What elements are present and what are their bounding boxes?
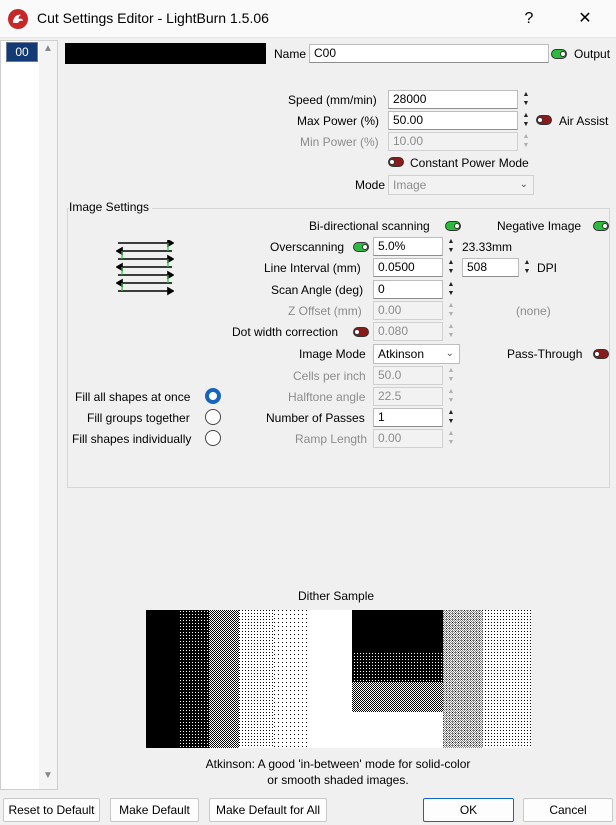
image-mode-select[interactable]: Atkinson ⌄ bbox=[373, 344, 460, 364]
make-default-all-button[interactable]: Make Default for All bbox=[209, 798, 327, 822]
min-power-spinner: ▲ ▼ bbox=[522, 133, 530, 149]
cells-per-inch-label: Cells per inch bbox=[293, 369, 366, 383]
image-mode-value: Atkinson bbox=[378, 347, 425, 361]
scan-angle-spinner[interactable]: ▲ ▼ bbox=[444, 280, 458, 299]
name-label: Name bbox=[274, 47, 307, 61]
speed-label: Speed (mm/min) bbox=[288, 93, 377, 107]
window-title: Cut Settings Editor - LightBurn 1.5.06 bbox=[37, 10, 269, 26]
cancel-button[interactable]: Cancel bbox=[523, 798, 613, 822]
speed-input[interactable]: 28000 bbox=[388, 90, 518, 109]
overscanning-toggle[interactable] bbox=[353, 242, 369, 252]
passes-label: Number of Passes bbox=[266, 411, 365, 425]
overscanning-label: Overscanning bbox=[270, 240, 345, 254]
chevron-down-icon: ⌄ bbox=[445, 348, 454, 359]
layer-list-scrollbar[interactable] bbox=[39, 41, 57, 789]
output-toggle[interactable] bbox=[551, 49, 567, 59]
dot-width-toggle[interactable] bbox=[353, 327, 369, 337]
dot-width-label: Dot width correction bbox=[232, 325, 339, 339]
reset-to-default-button[interactable]: Reset to Default bbox=[3, 798, 100, 822]
pass-through-toggle[interactable] bbox=[593, 349, 609, 359]
dot-width-spinner: ▲ ▼ bbox=[447, 323, 455, 339]
ramp-length-input: 0.00 bbox=[373, 429, 443, 448]
dither-caption-line2: or smooth shaded images. bbox=[267, 773, 409, 787]
max-power-label: Max Power (%) bbox=[297, 114, 380, 128]
fill-all-label: Fill all shapes at once bbox=[75, 390, 191, 404]
halftone-angle-input: 22.5 bbox=[373, 387, 443, 406]
close-button[interactable]: ✕ bbox=[574, 8, 596, 30]
dpi-input[interactable]: 508 bbox=[462, 258, 519, 277]
output-label: Output bbox=[574, 47, 611, 61]
scroll-up-icon[interactable]: ▲ bbox=[42, 43, 54, 55]
line-interval-spinner[interactable]: ▲ ▼ bbox=[444, 258, 458, 277]
image-settings-title: Image Settings bbox=[69, 200, 153, 214]
fill-individually-label: Fill shapes individually bbox=[72, 432, 192, 446]
min-power-input: 10.00 bbox=[388, 132, 518, 151]
z-offset-label: Z Offset (mm) bbox=[288, 304, 362, 318]
dither-sample-image bbox=[146, 610, 531, 748]
halftone-angle-spinner: ▲ ▼ bbox=[447, 388, 455, 404]
passes-input[interactable]: 1 bbox=[373, 408, 443, 427]
z-offset-input: 0.00 bbox=[373, 301, 443, 320]
z-offset-spinner: ▲ ▼ bbox=[447, 302, 455, 318]
bidirectional-toggle[interactable] bbox=[445, 221, 461, 231]
constant-power-toggle[interactable] bbox=[388, 157, 404, 167]
fill-groups-label: Fill groups together bbox=[87, 411, 190, 425]
pass-through-label: Pass-Through bbox=[507, 347, 583, 361]
ramp-length-spinner: ▲ ▼ bbox=[447, 430, 455, 446]
scan-angle-input[interactable]: 0 bbox=[373, 280, 443, 299]
max-power-input[interactable]: 50.00 bbox=[388, 111, 518, 130]
chevron-down-icon: ⌄ bbox=[519, 179, 528, 190]
halftone-angle-label: Halftone angle bbox=[288, 390, 366, 404]
constant-power-label: Constant Power Mode bbox=[410, 156, 529, 170]
line-interval-label: Line Interval (mm) bbox=[264, 261, 361, 275]
min-power-label: Min Power (%) bbox=[300, 135, 379, 149]
lightburn-logo-icon bbox=[8, 9, 28, 29]
layer-color-swatch[interactable] bbox=[65, 43, 266, 64]
ok-button[interactable]: OK bbox=[423, 798, 514, 822]
scan-angle-label: Scan Angle (deg) bbox=[271, 283, 364, 297]
scan-direction-icon bbox=[115, 238, 175, 299]
dot-width-input: 0.080 bbox=[373, 322, 443, 341]
max-power-spinner[interactable]: ▲ ▼ bbox=[519, 111, 533, 130]
mode-select[interactable]: Image ⌄ bbox=[388, 175, 534, 195]
overscanning-spinner[interactable]: ▲ ▼ bbox=[444, 237, 458, 256]
cells-per-inch-spinner: ▲ ▼ bbox=[447, 367, 455, 383]
mode-value: Image bbox=[393, 178, 427, 192]
dpi-spinner[interactable]: ▲ ▼ bbox=[520, 258, 534, 277]
fill-all-radio[interactable] bbox=[205, 388, 221, 404]
passes-spinner[interactable]: ▲ ▼ bbox=[444, 408, 458, 427]
name-input[interactable]: C00 bbox=[309, 44, 549, 63]
dither-sample-title: Dither Sample bbox=[298, 589, 375, 603]
negative-image-toggle[interactable] bbox=[593, 221, 609, 231]
fill-groups-radio[interactable] bbox=[205, 409, 221, 425]
air-assist-label: Air Assist bbox=[559, 114, 609, 128]
z-offset-extra: (none) bbox=[516, 304, 551, 318]
make-default-button[interactable]: Make Default bbox=[110, 798, 199, 822]
cells-per-inch-input: 50.0 bbox=[373, 366, 443, 385]
ramp-length-label: Ramp Length bbox=[295, 432, 368, 446]
image-mode-label: Image Mode bbox=[299, 347, 366, 361]
dither-caption-line1: Atkinson: A good 'in-between' mode for s… bbox=[205, 757, 471, 771]
air-assist-toggle[interactable] bbox=[536, 115, 552, 125]
line-interval-input[interactable]: 0.0500 bbox=[373, 258, 443, 277]
overscanning-computed: 23.33mm bbox=[462, 240, 513, 254]
mode-label: Mode bbox=[355, 178, 386, 192]
fill-individually-radio[interactable] bbox=[205, 430, 221, 446]
dpi-label: DPI bbox=[537, 261, 558, 275]
bidirectional-label: Bi-directional scanning bbox=[309, 219, 430, 233]
negative-image-label: Negative Image bbox=[497, 219, 582, 233]
overscanning-input[interactable]: 5.0% bbox=[373, 237, 443, 256]
help-button[interactable]: ? bbox=[518, 8, 540, 30]
speed-spinner[interactable]: ▲ ▼ bbox=[519, 90, 533, 109]
layer-item-00[interactable]: 00 bbox=[6, 42, 38, 62]
